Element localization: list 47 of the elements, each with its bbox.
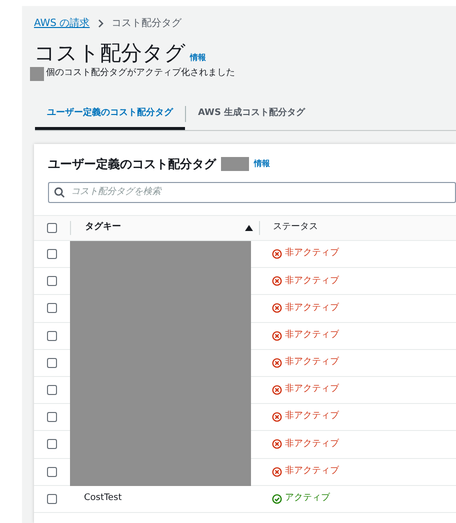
- chevron-right-icon: [98, 19, 104, 28]
- error-icon: [272, 303, 282, 314]
- tab[interactable]: AWS 生成コスト配分タグ: [186, 98, 318, 130]
- error-icon: [272, 439, 282, 450]
- column-header[interactable]: タグキー: [85, 221, 245, 235]
- status-text: アクティブ: [285, 492, 330, 506]
- status-text: 非アクティブ: [285, 356, 339, 370]
- checkbox[interactable]: [47, 412, 57, 422]
- sort-ascending-icon[interactable]: [245, 225, 253, 231]
- table-cell-text: CostTest: [84, 492, 122, 506]
- error-icon: [272, 412, 282, 422]
- breadcrumb-current: コスト配分タグ: [112, 17, 182, 31]
- breadcrumb-link[interactable]: AWS の請求: [34, 16, 90, 31]
- checkbox[interactable]: [47, 249, 57, 260]
- status-text: 非アクティブ: [285, 383, 339, 396]
- panel-title: ユーザー定義のコスト配分タグ: [48, 156, 216, 173]
- status-text: 非アクティブ: [285, 464, 339, 478]
- error-icon: [272, 330, 282, 341]
- success-icon: [272, 494, 282, 504]
- tab[interactable]: ユーザー定義のコスト配分タグ: [35, 98, 185, 130]
- checkbox[interactable]: [47, 439, 57, 450]
- checkbox[interactable]: [47, 385, 57, 396]
- error-icon: [272, 276, 282, 286]
- info-link[interactable]: 情報: [190, 52, 206, 64]
- status-text: 非アクティブ: [285, 410, 339, 424]
- error-icon: [272, 466, 282, 477]
- checkbox[interactable]: [47, 466, 57, 477]
- checkbox[interactable]: [47, 276, 57, 286]
- status-text: 非アクティブ: [285, 274, 339, 288]
- column-header[interactable]: ステータス: [273, 221, 318, 235]
- search-field[interactable]: コスト配分タグを検索: [48, 182, 456, 203]
- status-text: 非アクティブ: [285, 302, 339, 315]
- checkbox[interactable]: [47, 358, 57, 368]
- error-icon: [272, 249, 282, 260]
- checkbox[interactable]: [47, 494, 57, 504]
- checkbox[interactable]: [47, 303, 57, 314]
- status-text: 非アクティブ: [285, 247, 339, 260]
- error-icon: [272, 385, 282, 396]
- status-text: 非アクティブ: [285, 328, 339, 342]
- info-link[interactable]: 情報: [254, 158, 270, 170]
- checkbox[interactable]: [47, 223, 57, 233]
- error-icon: [272, 358, 282, 368]
- checkbox[interactable]: [47, 330, 57, 341]
- page-title: コスト配分タグ: [34, 40, 186, 66]
- summary-text: 個のコスト配分タグがアクティブ化されました: [46, 67, 235, 80]
- search-icon: [54, 187, 65, 198]
- status-text: 非アクティブ: [285, 438, 339, 451]
